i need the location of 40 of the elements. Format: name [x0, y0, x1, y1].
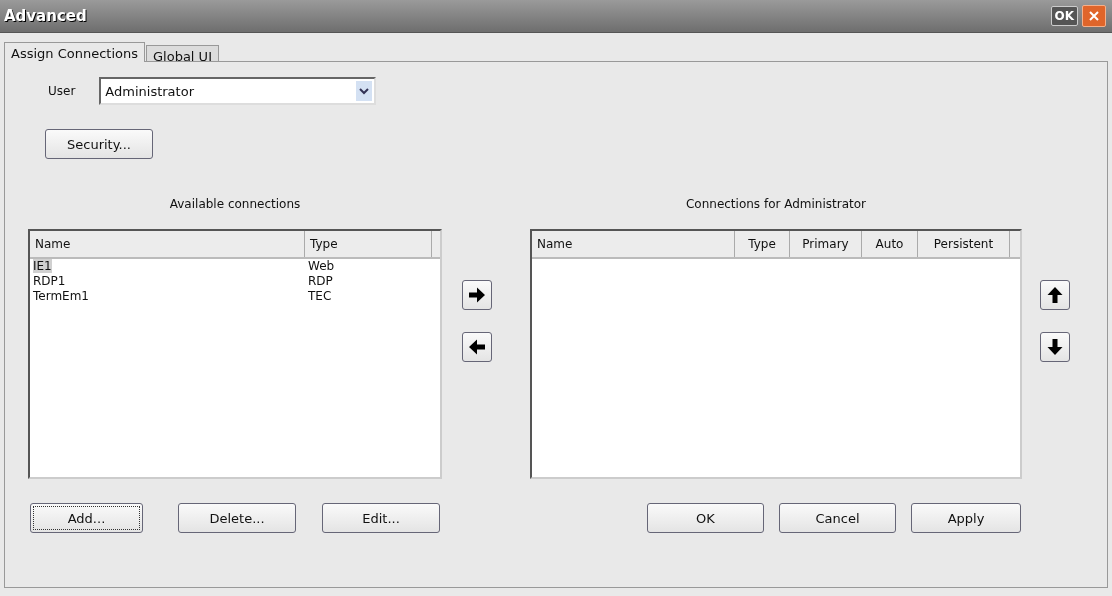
arrow-up-icon	[1046, 286, 1064, 304]
table-cell[interactable]: Web	[308, 259, 335, 273]
dialog-button[interactable]: Add...	[30, 503, 143, 533]
remove-connection-button[interactable]	[462, 332, 492, 362]
add-connection-button[interactable]	[462, 280, 492, 310]
arrow-left-icon	[468, 338, 486, 356]
available-connections-list[interactable]: Name Type IE1 Web RDP1 RDP TermEm1 TEC	[28, 229, 442, 479]
column-header[interactable]: Type	[305, 231, 432, 257]
column-header[interactable]: Primary	[790, 231, 862, 257]
column-header[interactable]: Type	[735, 231, 790, 257]
column-header[interactable]: Auto	[862, 231, 918, 257]
list-caption: Connections for Administrator	[685, 197, 867, 213]
column-header[interactable]: Name	[30, 231, 305, 257]
tab[interactable]: Global UI	[146, 45, 219, 61]
dialog-button[interactable]: Cancel	[779, 503, 896, 533]
arrow-right-icon	[468, 286, 486, 304]
dialog-button[interactable]: Edit...	[322, 503, 440, 533]
window-title: Advanced	[4, 7, 88, 25]
tab[interactable]: Assign Connections	[4, 42, 145, 62]
dialog-button[interactable]: OK	[647, 503, 764, 533]
user-label: User	[48, 84, 76, 98]
close-button[interactable]	[1082, 5, 1106, 27]
dialog-button[interactable]: Apply	[911, 503, 1021, 533]
table-cell[interactable]: RDP	[308, 274, 333, 288]
table-cell[interactable]: IE1	[33, 259, 52, 273]
arrow-down-icon	[1046, 338, 1064, 356]
move-down-button[interactable]	[1040, 332, 1070, 362]
assigned-connections-list[interactable]: Name Type Primary Auto Persistent	[530, 229, 1022, 479]
column-header[interactable]: Persistent	[918, 231, 1010, 257]
close-icon[interactable]	[1088, 10, 1100, 22]
table-cell[interactable]: RDP1	[33, 274, 66, 288]
table-cell[interactable]: TEC	[308, 289, 332, 303]
column-header[interactable]: Name	[532, 231, 735, 257]
list-caption: Available connections	[169, 197, 301, 213]
move-up-button[interactable]	[1040, 280, 1070, 310]
user-dropdown[interactable]: Administrator	[99, 77, 377, 105]
security-button[interactable]: Security...	[45, 129, 153, 159]
dialog-button[interactable]: Delete...	[178, 503, 296, 533]
table-cell[interactable]: TermEm1	[33, 289, 89, 303]
ok-button[interactable]: OK	[1050, 6, 1078, 26]
